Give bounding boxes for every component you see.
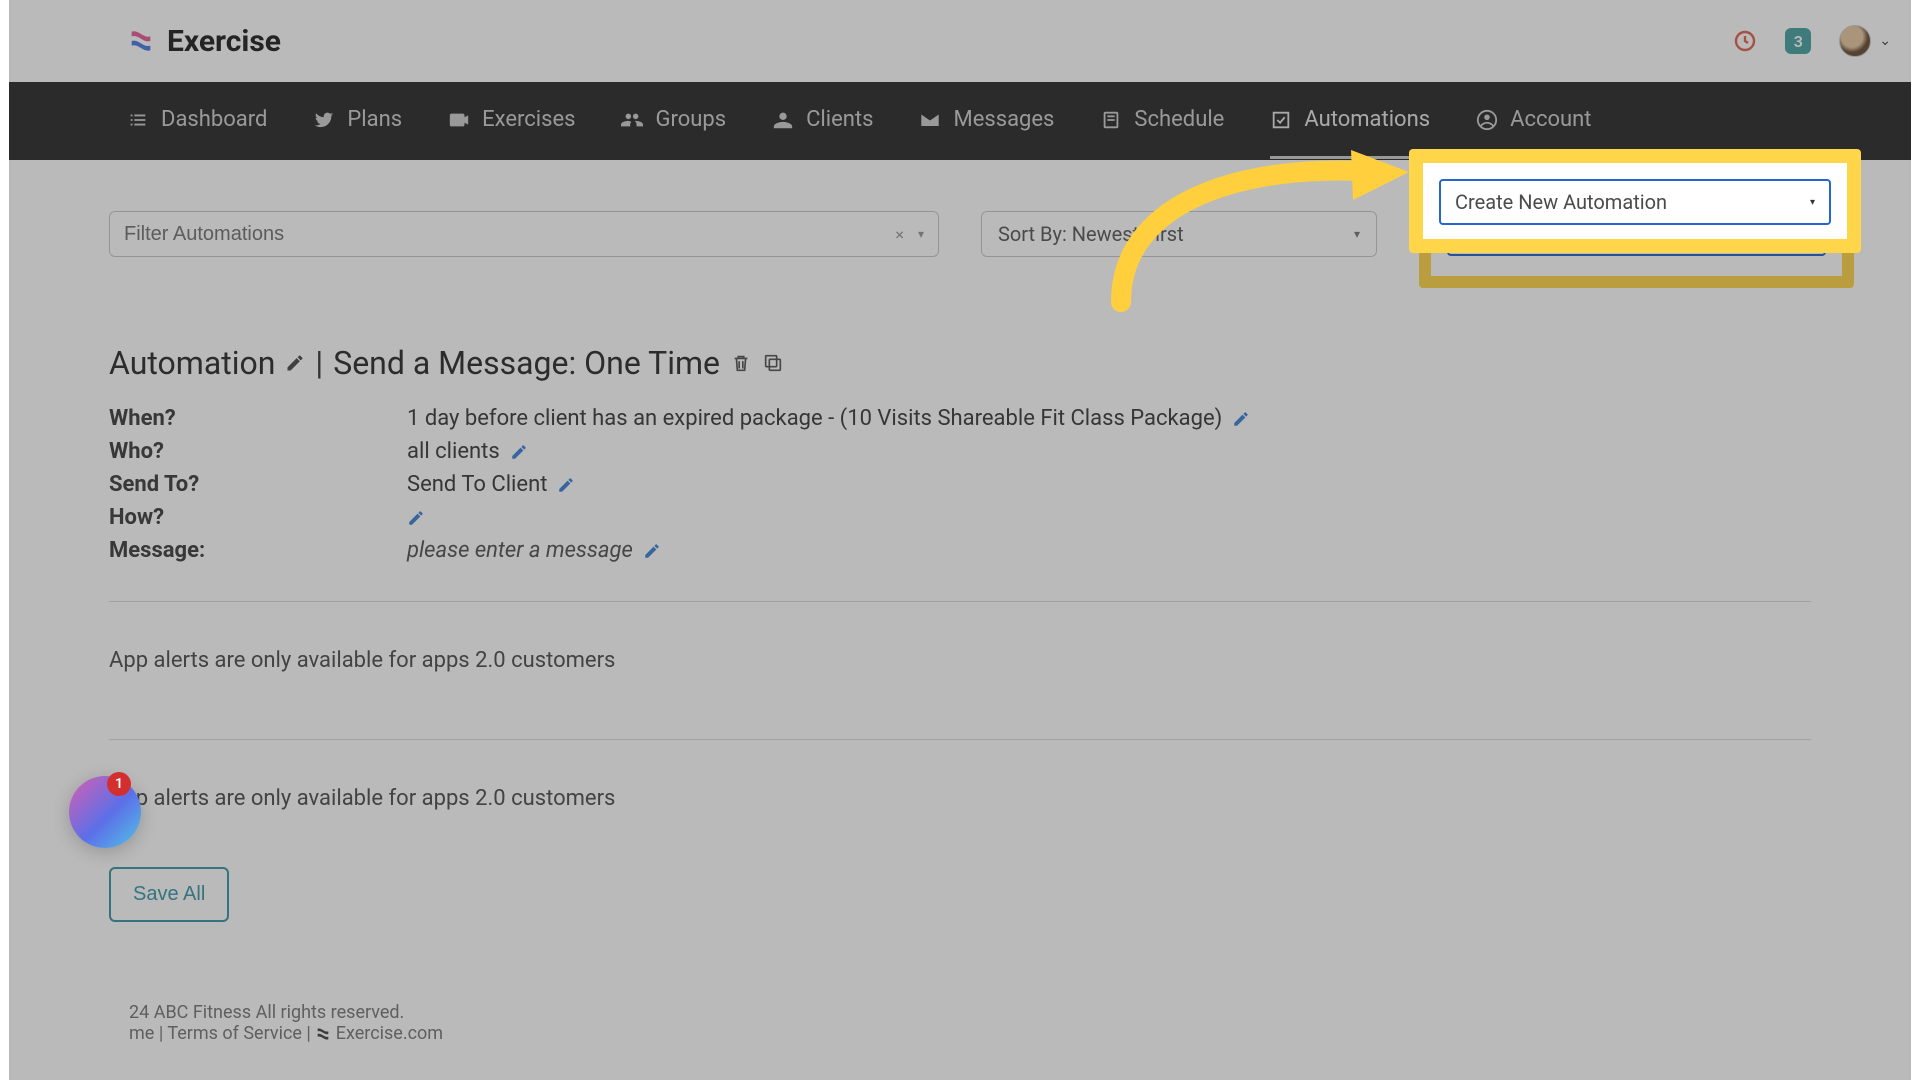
footer-copyright: 24 ABC Fitness All rights reserved. [129,1002,404,1023]
pencil-icon[interactable] [1232,410,1250,428]
nav-groups[interactable]: Groups [621,83,726,159]
nav-label: Exercises [482,107,575,132]
nav-automations[interactable]: Automations [1270,83,1430,159]
caret-down-icon[interactable]: ▾ [918,227,924,241]
bird-icon [313,109,335,131]
brand-name: Exercise [167,24,281,59]
nav-plans[interactable]: Plans [313,83,402,159]
trash-icon[interactable] [730,352,752,374]
info-line-1: App alerts are only available for apps 2… [109,640,1811,701]
people-icon [621,109,643,131]
video-icon [448,109,470,131]
divider [109,601,1811,602]
logo-mark-icon [127,27,155,55]
nav-label: Messages [953,107,1054,132]
nav-exercises[interactable]: Exercises [448,83,575,159]
copy-icon[interactable] [762,352,784,374]
nav-clients[interactable]: Clients [772,83,873,159]
nav-label: Account [1510,107,1591,132]
nav-dashboard[interactable]: Dashboard [127,83,267,159]
main-nav: Dashboard Plans Exercises Groups Clients… [9,82,1911,160]
avatar [1839,25,1871,57]
pencil-icon[interactable] [643,542,661,560]
sendto-value: Send To Client [407,472,547,497]
title-separator: | [315,344,323,382]
create-automation-highlight: Create New Automation ▾ [1419,180,1854,288]
create-automation-select[interactable]: Create New Automation ▾ [1447,212,1826,256]
caret-down-icon: ▾ [1805,229,1810,240]
chat-bubble-button[interactable]: 1 [69,776,141,848]
nav-label: Automations [1304,107,1430,132]
nav-label: Clients [806,107,873,132]
caret-down-icon: ▾ [1354,227,1360,241]
when-label: When? [109,406,397,431]
chat-bubble-count: 1 [107,772,131,796]
footer-tos-link[interactable]: Terms of Service [167,1023,302,1044]
nav-messages[interactable]: Messages [919,83,1054,159]
nav-label: Schedule [1134,107,1224,132]
clock-icon[interactable] [1733,29,1757,53]
footer-home-link[interactable]: me [129,1023,154,1044]
notification-badge[interactable]: 3 [1785,28,1811,54]
title-suffix: Send a Message: One Time [333,344,720,382]
pencil-icon[interactable] [407,509,425,527]
filter-automations-input[interactable] [124,223,895,246]
footer-separator: | [306,1023,315,1044]
title-prefix: Automation [109,344,275,382]
automation-title: Automation | Send a Message: One Time [109,344,1811,382]
user-circle-icon [1476,109,1498,131]
list-icon [127,109,149,131]
save-all-button[interactable]: Save All [109,867,229,922]
when-value: 1 day before client has an expired packa… [407,406,1222,431]
footer-site-link[interactable]: Exercise.com [336,1023,443,1044]
how-label: How? [109,505,397,530]
automation-details: When? 1 day before client has an expired… [109,406,1811,563]
check-icon [1270,109,1292,131]
who-label: Who? [109,439,397,464]
logo-mark-icon [315,1026,331,1042]
nav-label: Dashboard [161,107,267,132]
create-label: Create New Automation [1463,222,1675,246]
book-icon [1100,109,1122,131]
pencil-icon[interactable] [510,443,528,461]
sort-label: Sort By: Newest First [998,222,1184,246]
nav-schedule[interactable]: Schedule [1100,83,1224,159]
who-value: all clients [407,439,500,464]
filter-automations-input-wrap[interactable]: × ▾ [109,211,939,257]
message-label: Message: [109,538,397,563]
person-icon [772,109,794,131]
envelope-icon [919,109,941,131]
divider [109,739,1811,740]
pencil-icon[interactable] [285,353,305,373]
pencil-icon[interactable] [557,476,575,494]
info-line-2: App alerts are only available for apps 2… [109,778,1811,839]
clear-icon[interactable]: × [895,225,904,244]
footer: 24 ABC Fitness All rights reserved. me |… [9,922,1911,1076]
user-menu[interactable]: ⌄ [1839,25,1891,57]
brand-logo[interactable]: Exercise [127,24,281,59]
nav-label: Groups [655,107,726,132]
nav-account[interactable]: Account [1476,83,1591,159]
nav-label: Plans [347,107,402,132]
sendto-label: Send To? [109,472,397,497]
message-value: please enter a message [407,538,633,563]
chevron-down-icon: ⌄ [1879,33,1891,49]
sort-select[interactable]: Sort By: Newest First ▾ [981,211,1377,257]
